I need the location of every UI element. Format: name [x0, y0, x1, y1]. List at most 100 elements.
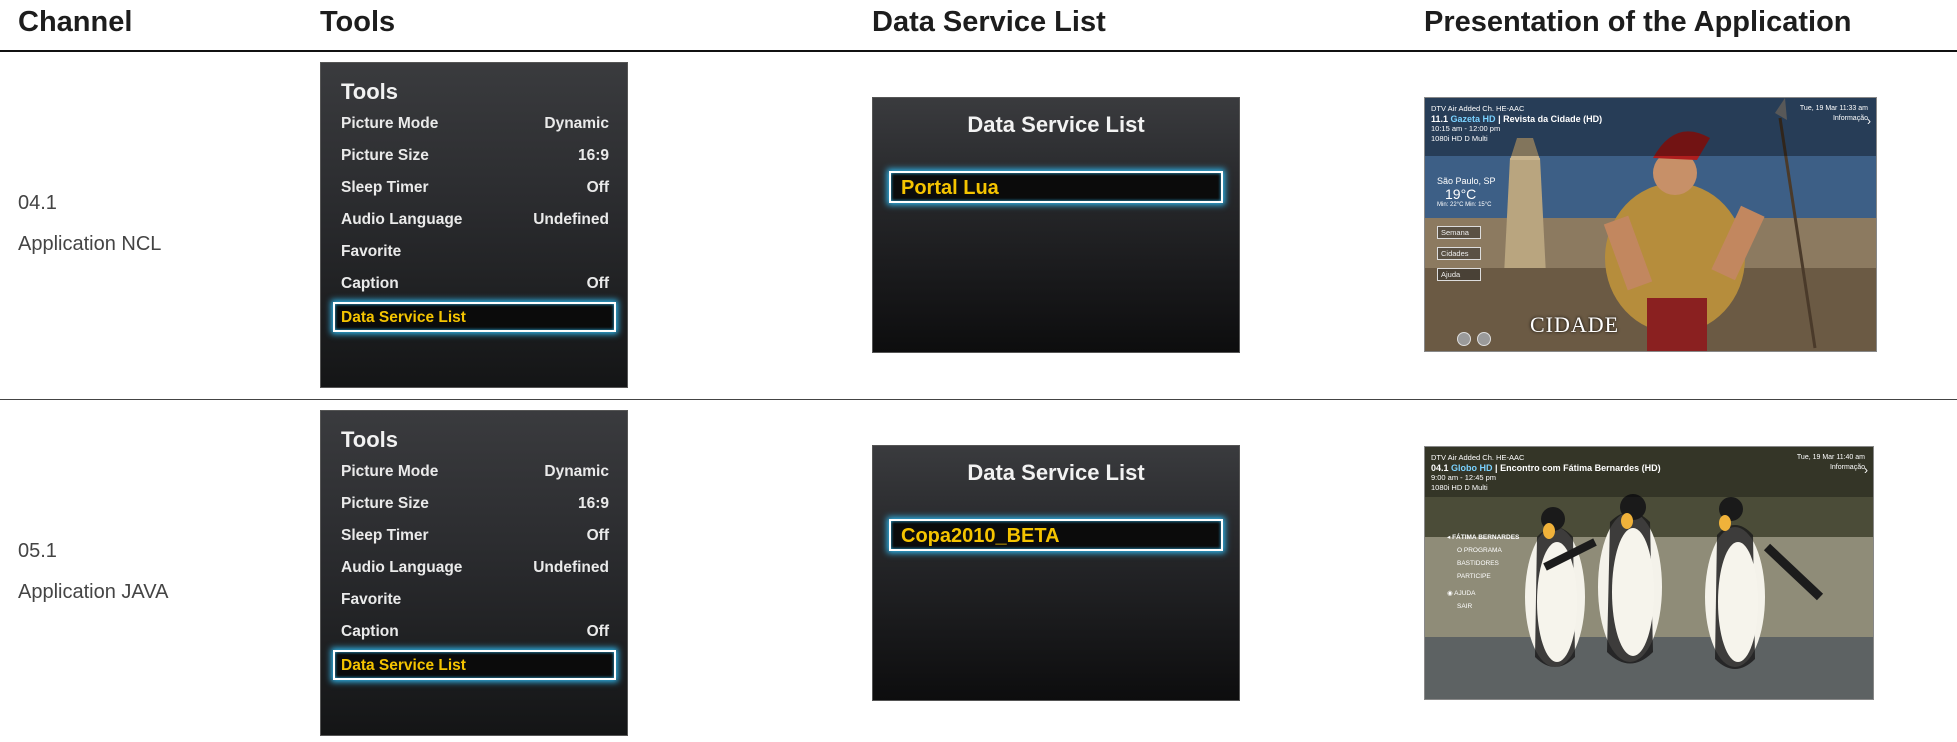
app-screen-java: DTV Air Added Ch. HE-AAC 04.1 Globo HD |…	[1424, 446, 1874, 700]
osd-channel-info: DTV Air Added Ch. HE-AAC 04.1 Globo HD |…	[1431, 453, 1661, 492]
table-row: 04.1 Application NCL Tools Picture Mode D…	[0, 52, 1957, 400]
weather-widget: São Paulo, SP 19°C Min: 22°C Min: 15°C	[1437, 176, 1496, 208]
header-data-service-list: Data Service List	[872, 6, 1106, 38]
java-menu-item[interactable]: BASTIDORES	[1447, 557, 1519, 570]
java-menu-item-label: PARTICIPE	[1457, 573, 1491, 580]
data-service-item[interactable]: Portal Lua	[889, 171, 1223, 203]
ncl-button-cidades[interactable]: Cidades	[1437, 247, 1481, 260]
tools-item-sleep-timer[interactable]: Sleep Timer Off	[341, 520, 609, 552]
tools-item-caption[interactable]: Caption Off	[341, 268, 609, 300]
tools-item-label: Sleep Timer	[341, 527, 429, 544]
nav-circle-icon[interactable]	[1457, 332, 1471, 346]
tools-item-label: Sleep Timer	[341, 179, 429, 196]
osd-time: 10:15 am - 12:00 pm	[1431, 124, 1501, 133]
tools-item-audio-language[interactable]: Audio Language Undefined	[341, 204, 609, 236]
table-header: Channel Tools Data Service List Presenta…	[0, 0, 1957, 52]
tools-item-caption[interactable]: Caption Off	[341, 616, 609, 648]
tools-item-value: Dynamic	[544, 115, 609, 132]
tools-item-value: Off	[586, 275, 609, 292]
osd-channel-name: Globo HD	[1451, 463, 1493, 473]
osd-channel-info: DTV Air Added Ch. HE-AAC 11.1 Gazeta HD …	[1431, 104, 1603, 143]
channel-number: 04.1	[18, 192, 57, 214]
osd-right: Tue, 19 Mar 11:40 am Informação	[1797, 453, 1865, 473]
tools-item-favorite[interactable]: Favorite	[341, 236, 609, 268]
tools-item-label: Favorite	[341, 243, 402, 260]
tools-item-label: Picture Mode	[341, 115, 439, 132]
java-menu-item-label: AJUDA	[1454, 590, 1476, 597]
tools-item-picture-size[interactable]: Picture Size 16:9	[341, 140, 609, 172]
java-menu-item[interactable]: O PROGRAMA	[1447, 544, 1519, 557]
tools-item-favorite[interactable]: Favorite	[341, 584, 609, 616]
tools-item-label: Data Service List	[341, 309, 466, 326]
tools-menu: Tools Picture Mode Dynamic Picture Size 16…	[320, 62, 628, 388]
tools-item-data-service-list[interactable]: Data Service List	[333, 650, 616, 680]
java-menu-item[interactable]: SAIR	[1447, 600, 1519, 613]
data-service-list-panel: Data Service List Portal Lua	[872, 97, 1240, 353]
tools-menu-title: Tools	[341, 79, 399, 104]
osd-channel-number: 04.1	[1431, 463, 1449, 473]
weather-city: São Paulo, SP	[1437, 176, 1496, 186]
java-menu-item-label: BASTIDORES	[1457, 560, 1499, 567]
java-menu-item[interactable]: ◉ AJUDA	[1447, 587, 1519, 600]
java-menu-item-label: FÁTIMA BERNARDES	[1452, 534, 1520, 541]
tools-item-label: Caption	[341, 275, 399, 292]
tools-item-label: Caption	[341, 623, 399, 640]
osd-right: Tue, 19 Mar 11:33 am Informação	[1800, 104, 1868, 124]
chevron-right-icon: ›	[1867, 114, 1871, 128]
nav-circle-icon[interactable]	[1477, 332, 1491, 346]
tools-item-value: 16:9	[577, 147, 609, 164]
java-menu-item[interactable]: ◂ FÁTIMA BERNARDES	[1447, 531, 1519, 544]
tools-item-value: Off	[586, 179, 609, 196]
channel-app-type: Application NCL	[18, 233, 162, 255]
tools-item-label: Audio Language	[341, 559, 463, 576]
ncl-button-semana[interactable]: Semana	[1437, 226, 1481, 239]
tools-item-picture-size[interactable]: Picture Size 16:9	[341, 488, 609, 520]
java-app-menu: ◂ FÁTIMA BERNARDES O PROGRAMA BASTIDORES…	[1447, 531, 1519, 613]
tools-item-data-service-list[interactable]: Data Service List	[333, 302, 616, 332]
data-service-list-title: Data Service List	[967, 112, 1145, 137]
tools-item-value: 16:9	[577, 495, 609, 512]
osd-format: 1080i HD D Multi	[1431, 134, 1488, 143]
osd-datetime: Tue, 19 Mar 11:40 am	[1796, 454, 1865, 461]
tools-item-label: Picture Size	[341, 147, 429, 164]
data-service-list-title: Data Service List	[967, 460, 1145, 485]
osd-program: Encontro com Fátima Bernardes (HD)	[1500, 463, 1661, 473]
header-channel: Channel	[18, 6, 133, 38]
brand-logo: CIDADE	[1530, 312, 1620, 337]
osd-source: DTV Air Added Ch. HE-AAC	[1431, 104, 1525, 113]
header-presentation: Presentation of the Application	[1424, 6, 1852, 38]
data-service-item[interactable]: Copa2010_BETA	[889, 519, 1223, 551]
tools-menu: Tools Picture Mode Dynamic Picture Size 16…	[320, 410, 628, 736]
tools-item-label: Picture Mode	[341, 463, 439, 480]
tools-item-audio-language[interactable]: Audio Language Undefined	[341, 552, 609, 584]
tools-item-label: Picture Size	[341, 495, 429, 512]
osd-channel-name: Gazeta HD	[1450, 114, 1496, 124]
data-service-list-panel: Data Service List Copa2010_BETA	[872, 445, 1240, 701]
tools-item-label: Favorite	[341, 591, 402, 608]
osd-info[interactable]: Informação	[1797, 463, 1865, 473]
tools-item-label: Audio Language	[341, 211, 463, 228]
tools-item-picture-mode[interactable]: Picture Mode Dynamic	[341, 456, 609, 488]
tools-item-sleep-timer[interactable]: Sleep Timer Off	[341, 172, 609, 204]
osd-channel-number: 11.1	[1431, 114, 1449, 124]
java-menu-item[interactable]: PARTICIPE	[1447, 570, 1519, 583]
tools-item-label: Data Service List	[341, 657, 466, 674]
data-service-item-label: Portal Lua	[901, 177, 999, 199]
weather-minmax: Min: 22°C Min: 15°C	[1437, 202, 1492, 208]
tools-item-picture-mode[interactable]: Picture Mode Dynamic	[341, 108, 609, 140]
chevron-right-icon: ›	[1864, 463, 1868, 477]
tools-item-value: Undefined	[533, 559, 609, 576]
osd-info[interactable]: Informação	[1800, 114, 1868, 124]
header-tools: Tools	[320, 6, 396, 38]
osd-datetime: Tue, 19 Mar 11:33 am	[1799, 105, 1868, 112]
tools-item-value: Off	[586, 623, 609, 640]
tools-item-value: Dynamic	[544, 463, 609, 480]
data-service-item-label: Copa2010_BETA	[901, 525, 1060, 547]
weather-temperature: 19°C	[1445, 186, 1477, 202]
osd-format: 1080i HD D Multi	[1431, 483, 1488, 492]
ncl-button-ajuda[interactable]: Ajuda	[1437, 268, 1481, 281]
tools-menu-title: Tools	[341, 427, 399, 452]
osd-source: DTV Air Added Ch. HE-AAC	[1431, 453, 1525, 462]
app-screen-ncl: DTV Air Added Ch. HE-AAC 11.1 Gazeta HD …	[1424, 97, 1877, 352]
java-menu-item-label: O PROGRAMA	[1457, 547, 1502, 554]
